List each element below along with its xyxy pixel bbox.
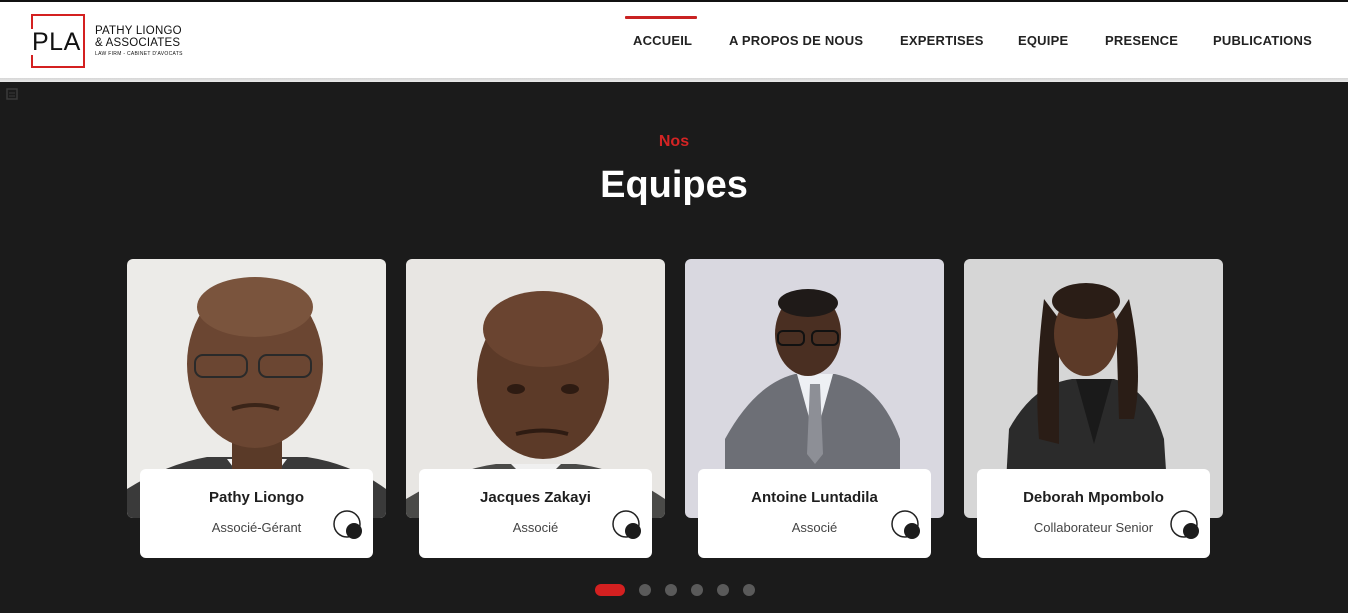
team-card[interactable]: Pathy Liongo Associé-Gérant — [127, 259, 386, 559]
team-card[interactable]: Jacques Zakayi Associé — [406, 259, 665, 559]
main-nav: ACCUEIL A PROPOS DE NOUS EXPERTISES EQUI… — [0, 2, 1348, 80]
toggle-circle-icon[interactable] — [890, 509, 922, 541]
team-info: Jacques Zakayi Associé — [419, 469, 652, 558]
carousel-pagination — [0, 584, 1348, 596]
section-title: Equipes — [600, 164, 748, 206]
nav-item-presence[interactable]: PRESENCE — [1105, 33, 1178, 48]
team-info: Deborah Mpombolo Collaborateur Senior — [977, 469, 1210, 558]
team-member-name: Jacques Zakayi — [480, 489, 591, 506]
team-member-name: Antoine Luntadila — [751, 489, 878, 506]
carousel-dot-1[interactable] — [595, 584, 625, 596]
nav-item-publications[interactable]: PUBLICATIONS — [1213, 33, 1312, 48]
nav-item-a-propos[interactable]: A PROPOS DE NOUS — [729, 33, 863, 48]
nav-item-expertises[interactable]: EXPERTISES — [900, 33, 984, 48]
carousel-dot-3[interactable] — [665, 584, 677, 596]
carousel-dot-5[interactable] — [717, 584, 729, 596]
carousel-dot-2[interactable] — [639, 584, 651, 596]
site-header: PLA PATHY LIONGO & ASSOCIATES LAW FIRM -… — [0, 0, 1348, 78]
toggle-circle-icon[interactable] — [1169, 509, 1201, 541]
team-card[interactable]: Deborah Mpombolo Collaborateur Senior — [964, 259, 1223, 559]
team-card[interactable]: Antoine Luntadila Associé — [685, 259, 944, 559]
team-info: Pathy Liongo Associé-Gérant — [140, 469, 373, 558]
page-icon — [6, 88, 18, 100]
nav-active-indicator — [625, 16, 697, 19]
team-member-name: Pathy Liongo — [209, 489, 304, 506]
team-info: Antoine Luntadila Associé — [698, 469, 931, 558]
header-shadow — [0, 78, 1348, 82]
carousel-dot-4[interactable] — [691, 584, 703, 596]
toggle-circle-icon[interactable] — [332, 509, 364, 541]
nav-item-equipe[interactable]: EQUIPE — [1018, 33, 1068, 48]
carousel-dot-6[interactable] — [743, 584, 755, 596]
section-subtitle: Nos — [658, 133, 690, 150]
nav-item-accueil[interactable]: ACCUEIL — [633, 33, 692, 48]
toggle-circle-icon[interactable] — [611, 509, 643, 541]
team-member-name: Deborah Mpombolo — [1023, 489, 1164, 506]
